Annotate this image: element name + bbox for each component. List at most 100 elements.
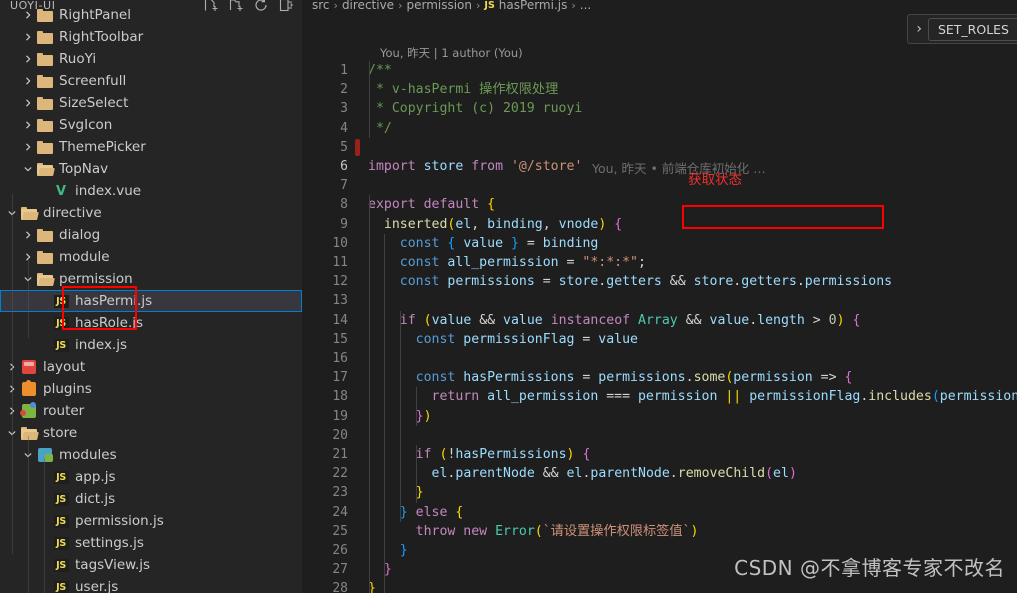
tree-item-themepicker[interactable]: ThemePicker <box>0 136 302 158</box>
code-line[interactable]: const hasPermissions = permissions.some(… <box>368 368 853 387</box>
code-line[interactable]: } <box>368 541 408 560</box>
code-line[interactable]: * Copyright (c) 2019 ruoyi <box>368 99 582 118</box>
code-line[interactable]: const { value } = binding <box>368 234 599 253</box>
tree-item-modules[interactable]: modules <box>0 444 302 466</box>
tree-item-tagsview-js[interactable]: JS tagsView.js <box>0 554 302 576</box>
tree-item-app-js[interactable]: JS app.js <box>0 466 302 488</box>
breadcrumb-item-permission[interactable]: permission <box>406 0 472 12</box>
code-line[interactable]: const permissionFlag = value <box>368 330 638 349</box>
chevron-right-icon[interactable] <box>20 227 36 243</box>
line-number: 5 <box>340 139 348 155</box>
line-number: 4 <box>340 120 348 136</box>
tree-item-hasrole-js[interactable]: JS hasRole.js <box>0 312 302 334</box>
code-token: { <box>455 504 464 520</box>
tree-item-haspermi-js[interactable]: JS hasPermi.js <box>0 290 302 312</box>
tree-item-index-vue[interactable]: Vindex.vue <box>0 180 302 202</box>
chevron-right-icon: › <box>398 0 403 12</box>
chevron-right-icon[interactable] <box>20 29 36 45</box>
tree-item-store[interactable]: store <box>0 422 302 444</box>
line-number: 10 <box>332 235 348 251</box>
tree-item-settings-js[interactable]: JS settings.js <box>0 532 302 554</box>
tree-item-righttoolbar[interactable]: RightToolbar <box>0 26 302 48</box>
tree-item-module[interactable]: module <box>0 246 302 268</box>
code-content[interactable]: 1 /** 2 * v-hasPermi 操作权限处理 3 * Copyright (… <box>302 61 1017 593</box>
code-line[interactable]: if (value && value instanceof Array && v… <box>368 311 861 330</box>
code-line[interactable]: const permissions = store.getters && sto… <box>368 272 892 291</box>
tree-item-sizeselect[interactable]: SizeSelect <box>0 92 302 114</box>
breadcrumb-item-more[interactable]: ... <box>580 0 591 12</box>
code-line[interactable]: } else { <box>368 503 464 522</box>
chevron-right-icon[interactable]: › <box>914 21 928 37</box>
tree-indent-guide <box>12 194 13 554</box>
folder-icon <box>36 30 54 44</box>
tree-item-layout[interactable]: layout <box>0 356 302 378</box>
code-line[interactable]: return all_permission === permission || … <box>368 387 1017 406</box>
peek-symbol-label[interactable]: SET_ROLES <box>927 17 1017 41</box>
tree-item-label: module <box>59 249 110 265</box>
chevron-right-icon[interactable] <box>20 95 36 111</box>
code-token: parentNode <box>455 466 535 482</box>
tree-item-router[interactable]: router <box>0 400 302 422</box>
tree-item-rightpanel[interactable]: RightPanel <box>0 4 302 26</box>
code-token: parentNode <box>590 466 670 482</box>
tree-item-label: user.js <box>75 579 119 593</box>
code-token: all_permission <box>447 255 559 270</box>
code-token: length <box>757 312 805 328</box>
code-line[interactable]: import store from '@/store' <box>368 157 582 176</box>
chevron-right-icon[interactable] <box>20 51 36 67</box>
chevron-right-icon[interactable] <box>20 7 36 23</box>
code-line[interactable]: throw new Error(`请设置操作权限标签值`) <box>368 522 699 541</box>
tree-item-svgicon[interactable]: SvgIcon <box>0 114 302 136</box>
tree-item-plugins[interactable]: plugins <box>0 378 302 400</box>
breadcrumb-item-haspermi[interactable]: hasPermi.js <box>499 0 568 12</box>
tree-item-user-js[interactable]: JS user.js <box>0 576 302 593</box>
code-token: all_permission <box>487 389 599 405</box>
tree-item-label: dict.js <box>75 491 116 507</box>
chevron-right-icon[interactable] <box>20 73 36 89</box>
tree-item-permission-js[interactable]: JS permission.js <box>0 510 302 532</box>
code-line[interactable]: el.parentNode && el.parentNode.removeChi… <box>368 464 797 483</box>
code-token: permissions <box>447 274 535 290</box>
folder-icon <box>36 250 54 264</box>
code-token: value <box>598 331 638 347</box>
breadcrumb-item-src[interactable]: src <box>312 0 330 12</box>
code-token: . <box>669 466 678 482</box>
code-token: el <box>431 466 448 482</box>
breadcrumb-item-directive[interactable]: directive <box>342 0 394 12</box>
file-tree[interactable]: RightPanel RightToolbar RuoYi Screenfull Siz… <box>0 7 302 593</box>
code-token: permission <box>733 370 813 386</box>
tree-item-index-js[interactable]: JS index.js <box>0 334 302 356</box>
code-line[interactable]: /** <box>368 61 392 80</box>
code-line[interactable]: const all_permission = "*:*:*"; <box>368 253 646 272</box>
tree-item-permission[interactable]: permission <box>0 268 302 290</box>
chevron-down-icon[interactable] <box>20 161 36 177</box>
tree-item-ruoyi[interactable]: RuoYi <box>0 48 302 70</box>
symbol-peek-widget[interactable]: › SET_ROLES <box>907 14 1017 44</box>
breadcrumb[interactable]: src › directive › permission › JS hasPer… <box>302 0 591 16</box>
code-token: . <box>796 274 805 290</box>
tree-item-directive[interactable]: directive <box>0 202 302 224</box>
code-line[interactable]: export default { <box>368 195 495 214</box>
git-change-marker[interactable] <box>355 138 360 156</box>
code-line[interactable]: if (!hasPermissions) { <box>368 445 591 464</box>
code-line[interactable]: */ <box>368 119 392 138</box>
line-number: 14 <box>332 312 348 328</box>
chevron-right-icon[interactable] <box>20 117 36 133</box>
code-token: default <box>423 197 480 213</box>
tree-item-dialog[interactable]: dialog <box>0 224 302 246</box>
chevron-right-icon[interactable] <box>20 139 36 155</box>
code-token: if <box>399 312 416 328</box>
js-icon: JS <box>52 580 70 593</box>
code-line[interactable]: } <box>368 560 392 579</box>
code-token: store <box>693 274 734 290</box>
code-line[interactable]: inserted(el, binding, vnode) { <box>368 215 622 234</box>
tree-item-dict-js[interactable]: JS dict.js <box>0 488 302 510</box>
tree-item-topnav[interactable]: TopNav <box>0 158 302 180</box>
code-line[interactable]: * v-hasPermi 操作权限处理 <box>368 80 558 99</box>
tree-item-screenfull[interactable]: Screenfull <box>0 70 302 92</box>
